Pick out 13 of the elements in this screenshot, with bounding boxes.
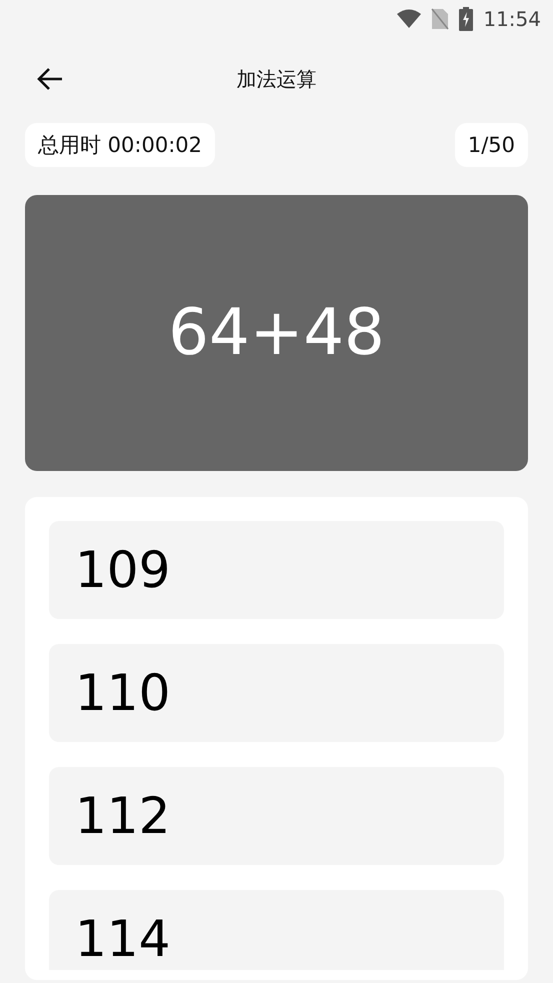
battery-charging-icon	[459, 7, 474, 31]
question-card: 64+48	[25, 195, 528, 471]
status-time: 11:54	[483, 7, 541, 31]
answer-option[interactable]: 110	[49, 644, 504, 742]
answer-option[interactable]: 114	[49, 890, 504, 970]
wifi-icon	[397, 9, 422, 29]
page-title: 加法运算	[236, 66, 316, 92]
no-sim-icon	[431, 8, 450, 30]
answer-option[interactable]: 109	[49, 521, 504, 619]
back-arrow-icon[interactable]	[36, 67, 64, 91]
answer-option[interactable]: 112	[49, 767, 504, 865]
question-counter-chip: 1/50	[454, 123, 528, 167]
elapsed-time-chip: 总用时 00:00:02	[25, 123, 215, 167]
